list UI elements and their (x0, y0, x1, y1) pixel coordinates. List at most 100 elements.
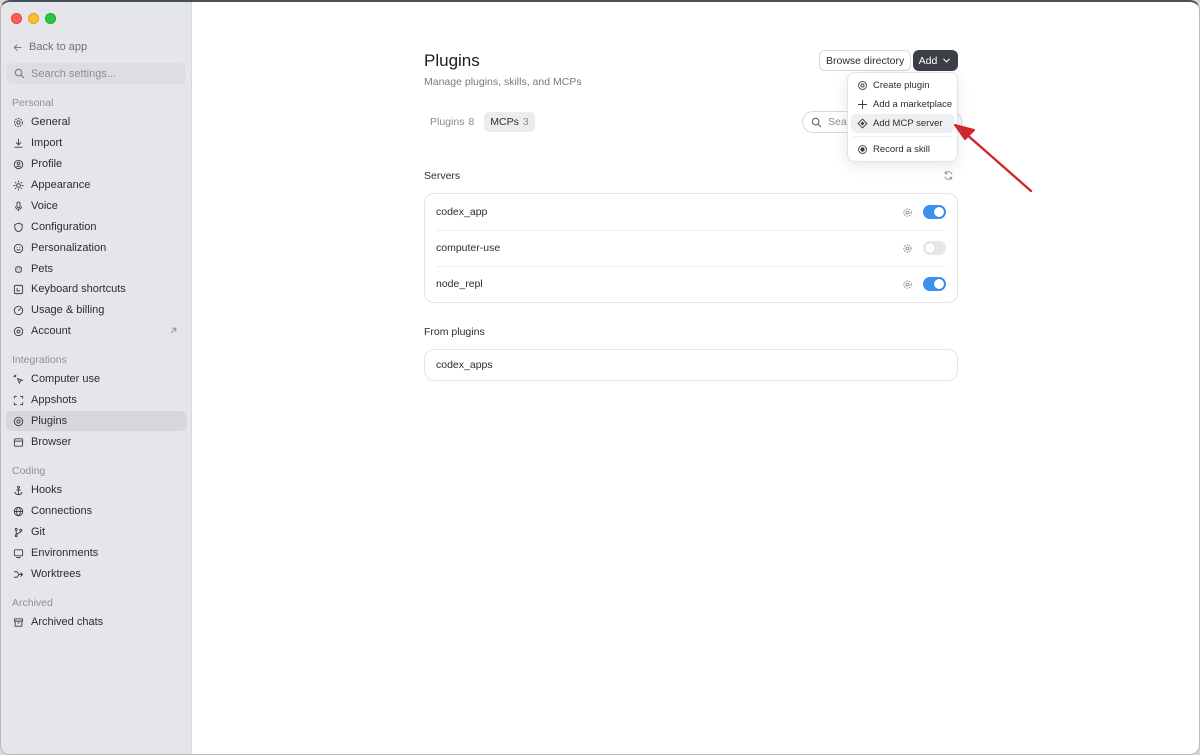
search-icon (14, 68, 25, 79)
sidebar-item-account[interactable]: Account (6, 321, 187, 341)
close-window-button[interactable] (11, 13, 22, 24)
add-button-label: Add (918, 54, 938, 67)
server-enable-toggle[interactable] (923, 241, 946, 255)
search-icon (811, 117, 822, 128)
add-menu: Create plugin Add a marketplace Add MCP … (847, 72, 958, 162)
plugin-server-row[interactable]: codex_apps (425, 350, 957, 380)
plugin-server-name: codex_apps (436, 359, 493, 371)
sidebar-item-label: General (31, 116, 71, 128)
sidebar-item-general[interactable]: General (6, 112, 187, 132)
sidebar-item-archived-chats[interactable]: Archived chats (6, 612, 187, 632)
gear-icon (13, 117, 24, 128)
sidebar: Back to app Personal General Import Prof… (1, 2, 192, 754)
sidebar-item-appearance[interactable]: Appearance (6, 175, 187, 195)
from-plugins-list: codex_apps (424, 349, 958, 381)
sidebar-item-hooks[interactable]: Hooks (6, 480, 187, 500)
sidebar-item-label: Appshots (31, 394, 77, 406)
menu-item-record-skill[interactable]: Record a skill (851, 140, 954, 159)
tab-label: Plugins (430, 116, 465, 128)
plugin-icon (13, 416, 24, 427)
sidebar-item-worktrees[interactable]: Worktrees (6, 564, 187, 584)
tab-count: 3 (522, 116, 529, 128)
server-row: computer-use (425, 230, 957, 266)
sidebar-item-label: Environments (31, 547, 99, 559)
sidebar-item-label: Hooks (31, 484, 63, 496)
sidebar-item-label: Configuration (31, 221, 97, 233)
sidebar-item-label: Archived chats (31, 616, 104, 628)
settings-search-box[interactable] (7, 63, 186, 84)
browser-icon (13, 437, 24, 448)
menu-item-label: Add a marketplace (873, 99, 953, 110)
screenshot-icon (13, 395, 24, 406)
record-icon (857, 144, 868, 155)
from-plugins-section-title: From plugins (424, 326, 485, 338)
tab-plugins[interactable]: Plugins 8 (424, 112, 480, 132)
menu-item-create-plugin[interactable]: Create plugin (851, 76, 954, 95)
sidebar-item-pets[interactable]: Pets (6, 259, 187, 279)
sidebar-item-git[interactable]: Git (6, 522, 187, 542)
sidebar-item-personalization[interactable]: Personalization (6, 238, 187, 258)
menu-divider (853, 136, 952, 137)
browse-directory-button[interactable]: Browse directory (819, 50, 912, 71)
cursor-icon (13, 373, 24, 385)
monitor-icon (13, 548, 24, 559)
sidebar-item-appshots[interactable]: Appshots (6, 390, 187, 410)
arrow-left-icon (12, 42, 23, 53)
pet-icon (13, 264, 24, 275)
back-to-app-label: Back to app (29, 41, 88, 53)
menu-item-add-marketplace[interactable]: Add a marketplace (851, 95, 954, 114)
sidebar-item-browser[interactable]: Browser (6, 432, 187, 452)
server-enable-toggle[interactable] (923, 277, 946, 291)
servers-section-title: Servers (424, 170, 461, 182)
shield-icon (13, 222, 24, 233)
main-content: Plugins Manage plugins, skills, and MCPs… (193, 2, 1199, 754)
anchor-icon (13, 485, 24, 496)
gear-icon[interactable] (902, 243, 913, 254)
sidebar-item-label: Worktrees (31, 568, 81, 580)
sidebar-item-computer-use[interactable]: Computer use (6, 369, 187, 389)
zoom-window-button[interactable] (45, 13, 56, 24)
section-label-integrations: Integrations (12, 354, 67, 366)
server-row: codex_app (425, 194, 957, 230)
sidebar-item-profile[interactable]: Profile (6, 154, 187, 174)
sidebar-item-label: Profile (31, 158, 63, 170)
tab-mcps[interactable]: MCPs 3 (484, 112, 535, 132)
sidebar-item-configuration[interactable]: Configuration (6, 217, 187, 237)
server-enable-toggle[interactable] (923, 205, 946, 219)
refresh-icon[interactable] (943, 170, 954, 181)
sidebar-item-usage-billing[interactable]: Usage & billing (6, 300, 187, 320)
server-name: codex_app (436, 206, 488, 218)
gear-icon[interactable] (902, 279, 913, 290)
git-branch-icon (13, 527, 24, 538)
keyboard-icon (13, 284, 24, 295)
person-icon (13, 159, 24, 170)
sidebar-item-voice[interactable]: Voice (6, 196, 187, 216)
plus-icon (857, 99, 868, 110)
sidebar-item-environments[interactable]: Environments (6, 543, 187, 563)
sidebar-item-plugins[interactable]: Plugins (6, 411, 187, 431)
sidebar-item-label: Usage & billing (31, 304, 105, 316)
sun-icon (13, 179, 24, 191)
microphone-icon (13, 201, 24, 212)
sidebar-item-import[interactable]: Import (6, 133, 187, 153)
back-to-app-link[interactable]: Back to app (12, 41, 87, 53)
sidebar-item-keyboard-shortcuts[interactable]: Keyboard shortcuts (6, 279, 187, 299)
menu-item-label: Record a skill (873, 144, 931, 155)
sidebar-item-label: Account (31, 325, 71, 337)
settings-search-input[interactable] (31, 67, 171, 80)
chevron-down-icon (941, 55, 952, 66)
server-row: node_repl (425, 266, 957, 302)
sidebar-item-connections[interactable]: Connections (6, 501, 187, 521)
add-button[interactable]: Add (913, 50, 958, 71)
menu-item-add-mcp-server[interactable]: Add MCP server (851, 114, 954, 133)
menu-item-label: Add MCP server (873, 118, 943, 129)
gauge-icon (13, 305, 24, 316)
sidebar-item-label: Personalization (31, 242, 107, 254)
section-label-personal: Personal (12, 97, 54, 109)
sidebar-item-label: Keyboard shortcuts (31, 283, 126, 295)
gear-icon[interactable] (902, 207, 913, 218)
sidebar-item-label: Plugins (31, 415, 68, 427)
page-subtitle: Manage plugins, skills, and MCPs (424, 76, 582, 88)
minimize-window-button[interactable] (28, 13, 39, 24)
smile-icon (13, 243, 24, 254)
